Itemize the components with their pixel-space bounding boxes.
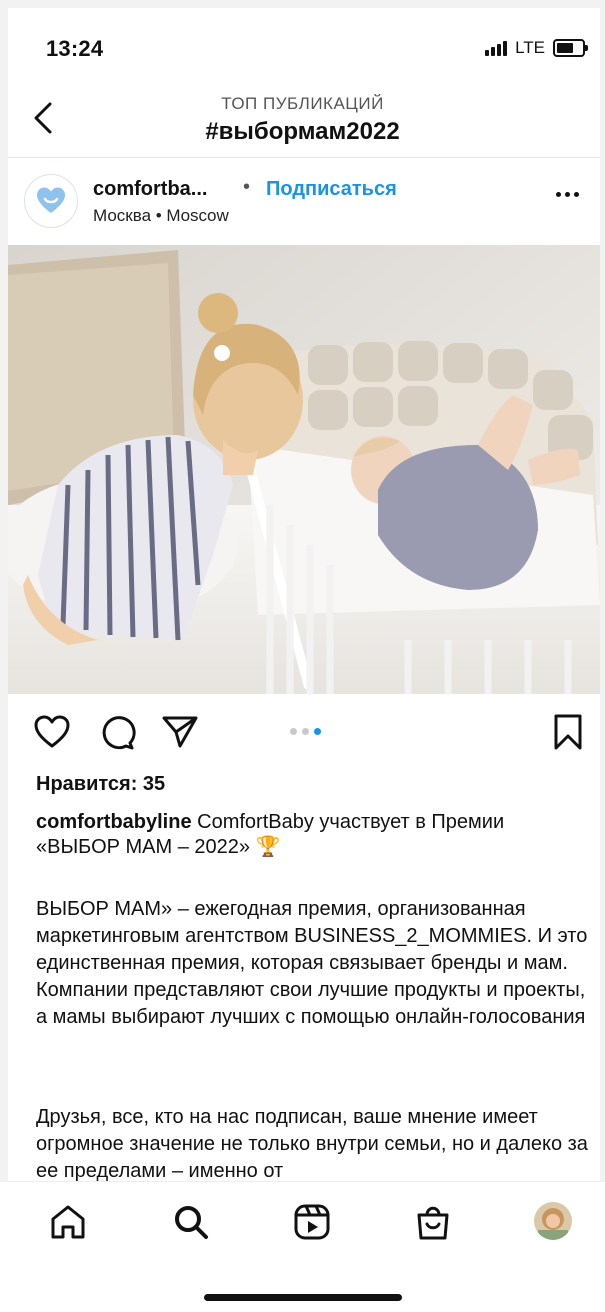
carousel-dot-active [314,728,321,735]
status-time: 13:24 [46,36,104,61]
network-label: LTE [515,38,545,57]
home-indicator[interactable] [204,1294,402,1301]
status-indicators: LTE [485,38,588,58]
profile-avatar[interactable] [534,1202,572,1240]
right-edge [600,0,605,1312]
more-options-icon[interactable] [556,192,579,197]
profile-photo [534,1202,572,1240]
left-edge [0,0,8,1312]
header-divider [8,157,600,158]
page-title: #выбормам2022 [205,118,400,145]
home-icon[interactable] [48,1202,88,1242]
separator-dot: • [243,176,251,198]
app-screen: 13:24 LTE ТОП ПУБЛИКАЦИЙ #выбормам2022 c… [0,0,605,1312]
comment-icon[interactable] [97,712,137,752]
search-icon[interactable] [171,1202,211,1242]
post-caption: comfortbabyline ComfortBaby участвует в … [36,810,586,860]
caption-username[interactable]: comfortbabyline [36,811,192,833]
shop-icon[interactable] [413,1202,453,1242]
carousel-dot [290,728,297,735]
post-photo[interactable] [8,245,600,694]
heart-logo-icon [37,187,65,213]
top-edge [0,0,605,8]
caption-paragraph-1: ВЫБОР МАМ» – ежегодная премия, организов… [36,898,588,1028]
caption-paragraph-2: Друзья, все, кто на нас подписан, ваше м… [36,1106,588,1182]
bookmark-icon[interactable] [548,712,588,752]
battery-icon [553,39,588,57]
carousel-indicator [290,728,321,735]
carousel-dot [302,728,309,735]
likes-count[interactable]: Нравится: 35 [36,773,165,796]
signal-icon [485,40,508,56]
reels-icon[interactable] [292,1202,332,1242]
heart-icon[interactable] [32,712,72,752]
header-subtitle: ТОП ПУБЛИКАЦИЙ [221,94,384,113]
photo-illustration [8,245,600,694]
post-username[interactable]: comfortba... [93,178,207,201]
paper-plane-icon[interactable] [160,712,200,752]
account-avatar[interactable] [24,174,78,228]
post-location[interactable]: Москва • Moscow [93,206,229,226]
nav-divider [8,1181,600,1182]
follow-button[interactable]: Подписаться [266,178,397,201]
